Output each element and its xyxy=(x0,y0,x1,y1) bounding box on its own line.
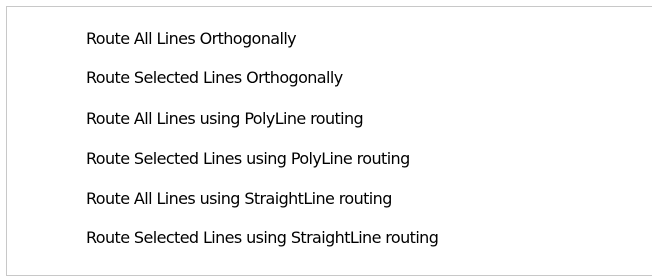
menu-item-label: Route All Lines using PolyLine routing xyxy=(86,108,364,128)
menu-item-route-selected-straightline[interactable]: Route Selected Lines using StraightLine … xyxy=(7,220,652,254)
menu-item-label: Route All Lines Orthogonally xyxy=(86,28,297,48)
menu-item-route-selected-polyline[interactable]: Route Selected Lines using PolyLine rout… xyxy=(7,141,652,175)
context-menu: Route All Lines Orthogonally Route Selec… xyxy=(6,6,652,276)
menu-item-label: Route Selected Lines Orthogonally xyxy=(86,67,343,87)
menu-item-route-all-straightline[interactable]: Route All Lines using StraightLine routi… xyxy=(7,181,652,215)
menu-item-route-all-polyline[interactable]: Route All Lines using PolyLine routing xyxy=(7,101,652,135)
menu-item-route-all-orthogonal[interactable]: Route All Lines Orthogonally xyxy=(7,21,652,55)
menu-item-label: Route Selected Lines using StraightLine … xyxy=(86,227,439,247)
menu-item-label: Route Selected Lines using PolyLine rout… xyxy=(86,148,410,168)
menu-item-route-selected-orthogonal[interactable]: Route Selected Lines Orthogonally xyxy=(7,60,652,94)
menu-item-label: Route All Lines using StraightLine routi… xyxy=(86,188,392,208)
